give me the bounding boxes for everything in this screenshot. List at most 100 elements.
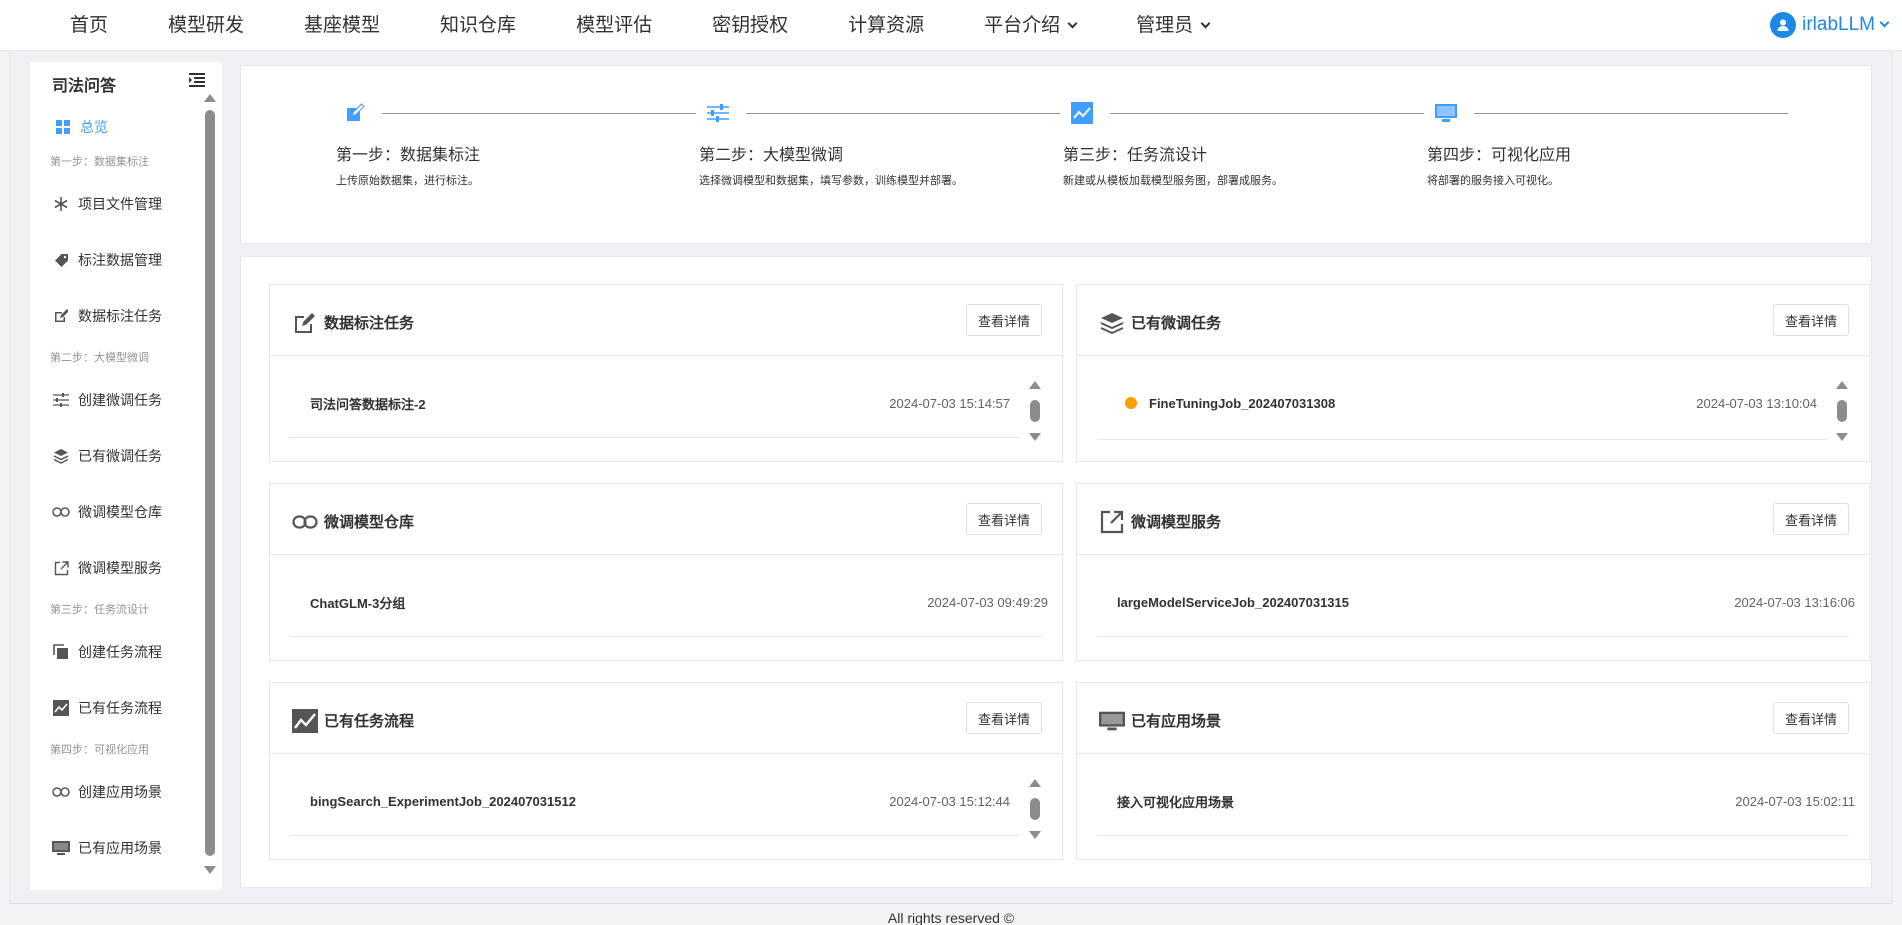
chart-line-icon — [1071, 102, 1093, 124]
nav-home[interactable]: 首页 — [50, 0, 128, 51]
scroll-down-icon[interactable] — [1029, 831, 1041, 839]
list-item[interactable]: largeModelServiceJob_202407031315 2024-0… — [1097, 584, 1855, 620]
footer: All rights reserved © — [887, 910, 1015, 925]
top-nav: 首页 模型研发 基座模型 知识仓库 模型评估 密钥授权 计算资源 平台介绍 管理… — [0, 0, 1902, 51]
sidebar-group-label: 第四步：可视化应用 — [50, 744, 149, 756]
divider — [1097, 835, 1849, 836]
list-item[interactable]: bingSearch_ExperimentJob_202407031512 20… — [290, 783, 1010, 819]
card-scrollbar[interactable] — [1835, 381, 1849, 441]
step-line — [1474, 113, 1788, 114]
status-running-icon — [1125, 397, 1137, 409]
sidebar-item-scenes[interactable]: 已有应用场景 — [30, 820, 202, 876]
list-item[interactable]: 司法问答数据标注-2 2024-07-03 15:14:57 — [290, 385, 1010, 421]
sidebar-scrollbar[interactable] — [202, 90, 218, 874]
layers-icon — [1099, 311, 1125, 335]
nav-menu: 首页 模型研发 基座模型 知识仓库 模型评估 密钥授权 计算资源 平台介绍 管理… — [50, 0, 1249, 51]
sidebar-group-label: 第一步：数据集标注 — [50, 156, 149, 168]
card-model-service: 微调模型服务 查看详情 largeModelServiceJob_2024070… — [1076, 483, 1870, 661]
sidebar-item-flows[interactable]: 已有任务流程 — [30, 680, 202, 736]
sidebar-item-label-data[interactable]: 标注数据管理 — [30, 232, 202, 288]
link-icon — [292, 510, 318, 534]
nav-knowledge[interactable]: 知识仓库 — [420, 0, 536, 51]
scroll-thumb[interactable] — [1030, 400, 1040, 422]
monitor-icon — [52, 839, 70, 857]
chevron-down-icon — [1200, 18, 1211, 28]
nav-evaluation[interactable]: 模型评估 — [556, 0, 672, 51]
card-scrollbar[interactable] — [1028, 381, 1042, 441]
nav-keys[interactable]: 密钥授权 — [692, 0, 808, 51]
sidebar-item-finetune-tasks[interactable]: 已有微调任务 — [30, 428, 202, 484]
sidebar-item-model-service[interactable]: 微调模型服务 — [30, 540, 202, 596]
external-link-icon — [52, 559, 70, 577]
list-item[interactable]: FineTuningJob_202407031308 2024-07-03 13… — [1097, 385, 1817, 421]
cards-panel: 数据标注任务 查看详情 司法问答数据标注-2 2024-07-03 15:14:… — [240, 256, 1872, 888]
view-details-button[interactable]: 查看详情 — [966, 702, 1042, 734]
link-icon — [52, 783, 70, 801]
card-annotation-tasks: 数据标注任务 查看详情 司法问答数据标注-2 2024-07-03 15:14:… — [269, 284, 1063, 462]
sidebar-item-overview[interactable]: 总览 — [30, 106, 202, 148]
chart-line-icon — [52, 699, 70, 717]
nav-base-model[interactable]: 基座模型 — [284, 0, 400, 51]
scroll-thumb[interactable] — [205, 110, 215, 856]
nav-admin[interactable]: 管理员 — [1116, 0, 1229, 51]
divider — [290, 437, 1020, 438]
sidebar-group-label: 第二步：大模型微调 — [50, 352, 149, 364]
step-line — [746, 113, 1060, 114]
card-header: 数据标注任务 查看详情 — [270, 285, 1062, 356]
step-line — [382, 113, 696, 114]
sidebar-item-annotation-task[interactable]: 数据标注任务 — [30, 288, 202, 344]
view-details-button[interactable]: 查看详情 — [1773, 503, 1849, 535]
view-details-button[interactable]: 查看详情 — [1773, 702, 1849, 734]
user-name: irlabLLM — [1802, 14, 1875, 35]
card-task-flows: 已有任务流程 查看详情 bingSearch_ExperimentJob_202… — [269, 682, 1063, 860]
divider — [290, 636, 1042, 637]
card-scrollbar[interactable] — [1028, 779, 1042, 839]
edit-icon — [344, 102, 366, 124]
scroll-up-icon[interactable] — [1029, 381, 1041, 389]
nav-compute[interactable]: 计算资源 — [828, 0, 944, 51]
chart-line-icon — [292, 709, 318, 733]
scroll-down-icon[interactable] — [1836, 433, 1848, 441]
card-model-repo: 微调模型仓库 查看详情 ChatGLM-3分组 2024-07-03 09:49… — [269, 483, 1063, 661]
steps-panel: 第一步：数据集标注 上传原始数据集，进行标注。 第二步：大模型微调 选择微调模型… — [240, 65, 1872, 244]
copy-icon — [52, 643, 70, 661]
scroll-up-icon[interactable] — [204, 94, 216, 102]
step-line — [1110, 113, 1424, 114]
view-details-button[interactable]: 查看详情 — [966, 503, 1042, 535]
layers-icon — [52, 447, 70, 465]
scroll-up-icon[interactable] — [1029, 779, 1041, 787]
list-item[interactable]: 接入可视化应用场景 2024-07-03 15:02:11 — [1097, 783, 1855, 819]
list-item[interactable]: ChatGLM-3分组 2024-07-03 09:49:29 — [290, 584, 1048, 620]
sidebar-item-model-repo[interactable]: 微调模型仓库 — [30, 484, 202, 540]
chevron-down-icon — [1067, 18, 1078, 28]
card-header: 已有应用场景 查看详情 — [1077, 683, 1869, 754]
user-menu[interactable]: irlabLLM — [1770, 12, 1890, 38]
sidebar-group-label: 第三步：任务流设计 — [50, 604, 149, 616]
sidebar-item-create-scene[interactable]: 创建应用场景 — [30, 764, 202, 820]
user-icon — [1770, 12, 1797, 38]
sliders-icon — [707, 102, 729, 124]
card-header: 已有微调任务 查看详情 — [1077, 285, 1869, 356]
sidebar-menu: 总览 第一步：数据集标注 项目文件管理 标注数据管理 数据标注任务 第二步：大模… — [30, 106, 202, 876]
sidebar-item-create-flow[interactable]: 创建任务流程 — [30, 624, 202, 680]
scroll-down-icon[interactable] — [204, 866, 216, 874]
card-header: 微调模型服务 查看详情 — [1077, 484, 1869, 555]
sidebar-item-project-files[interactable]: 项目文件管理 — [30, 176, 202, 232]
nav-model-dev[interactable]: 模型研发 — [148, 0, 264, 51]
asterisk-icon — [52, 195, 70, 213]
card-header: 微调模型仓库 查看详情 — [270, 484, 1062, 555]
link-icon — [52, 503, 70, 521]
nav-platform-intro[interactable]: 平台介绍 — [964, 0, 1096, 51]
edit-icon — [52, 307, 70, 325]
view-details-button[interactable]: 查看详情 — [966, 304, 1042, 336]
scroll-thumb[interactable] — [1837, 400, 1847, 422]
scroll-up-icon[interactable] — [1836, 381, 1848, 389]
sliders-icon — [52, 391, 70, 409]
scroll-down-icon[interactable] — [1029, 433, 1041, 441]
sidebar-item-create-finetune[interactable]: 创建微调任务 — [30, 372, 202, 428]
chevron-down-icon — [1879, 17, 1890, 28]
menu-collapse-icon[interactable] — [188, 72, 206, 88]
divider — [1097, 636, 1849, 637]
view-details-button[interactable]: 查看详情 — [1773, 304, 1849, 336]
scroll-thumb[interactable] — [1030, 798, 1040, 820]
